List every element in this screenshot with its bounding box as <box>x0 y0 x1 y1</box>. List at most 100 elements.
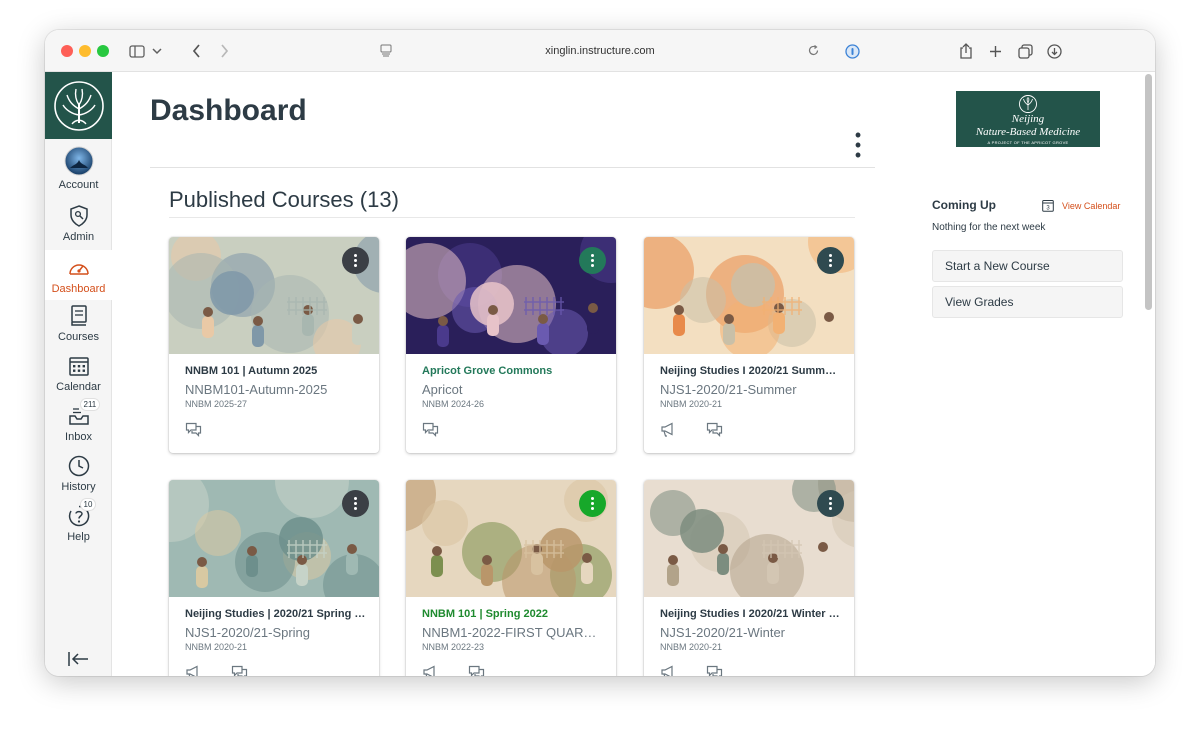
course-card-code: NJS1-2020/21-Winter <box>660 625 785 640</box>
brand-banner[interactable]: Neijing Nature-Based Medicine A PROJECT … <box>956 91 1100 147</box>
divider <box>169 217 855 218</box>
course-card[interactable]: NNBM 101 | Spring 2022 NNBM1-2022-FIRST Q… <box>406 480 616 676</box>
course-card-code: NJS1-2020/21-Spring <box>185 625 311 640</box>
course-card[interactable]: NNBM 101 | Autumn 2025 NNBM101-Autumn-202… <box>169 237 379 453</box>
nav-label: Calendar <box>56 381 101 393</box>
password-extension-icon[interactable] <box>844 41 860 61</box>
share-icon[interactable] <box>958 41 974 61</box>
avatar <box>64 146 94 176</box>
start-new-course-button[interactable]: Start a New Course <box>932 250 1123 282</box>
nav-account[interactable]: Account <box>45 146 112 196</box>
chevron-down-icon[interactable] <box>151 41 163 61</box>
minimize-window-button[interactable] <box>79 45 91 57</box>
course-card-options-icon[interactable] <box>342 247 369 274</box>
course-card-code: NJS1-2020/21-Summer <box>660 382 797 397</box>
nav-calendar[interactable]: Calendar <box>45 354 112 404</box>
brand-name: Neijing <box>1011 113 1045 125</box>
new-tab-icon[interactable] <box>987 41 1003 61</box>
course-card-term: NNBM 2025-27 <box>185 399 248 409</box>
course-card-options-icon[interactable] <box>817 490 844 517</box>
nav-inbox[interactable]: 211 Inbox <box>45 399 112 454</box>
collapse-nav-icon[interactable] <box>67 650 91 668</box>
tree-logo-icon <box>1019 95 1037 113</box>
course-card-term: NNBM 2020-21 <box>660 642 723 652</box>
brand-subtitle: Nature-Based Medicine <box>975 126 1081 138</box>
view-calendar-label: View Calendar <box>1062 200 1121 211</box>
close-window-button[interactable] <box>61 45 73 57</box>
announcement-icon[interactable] <box>660 665 676 676</box>
view-grades-button[interactable]: View Grades <box>932 286 1123 318</box>
discussion-icon[interactable] <box>468 665 485 676</box>
calendar-icon: 3 <box>1042 200 1054 212</box>
course-card[interactable]: Neijing Studies I 2020/21 Winter Session… <box>644 480 854 676</box>
shield-icon <box>67 204 91 228</box>
nav-label: Account <box>58 179 99 191</box>
course-card-options-icon[interactable] <box>579 490 606 517</box>
course-card-options-icon[interactable] <box>342 490 369 517</box>
book-icon <box>67 304 91 328</box>
coming-up-empty-text: Nothing for the next week <box>932 222 1046 233</box>
announcement-icon[interactable] <box>185 665 201 676</box>
right-sidebar: Neijing Nature-Based Medicine A PROJECT … <box>927 72 1155 676</box>
course-card-actions <box>185 665 248 676</box>
view-calendar-link[interactable]: 3 View Calendar <box>1042 199 1120 212</box>
published-courses-heading: Published Courses (13) <box>169 187 399 212</box>
inbox-unread-badge: 211 <box>80 399 100 410</box>
course-card-title[interactable]: Neijing Studies I 2020/21 Summer Session <box>660 365 842 377</box>
zoom-window-button[interactable] <box>97 45 109 57</box>
nav-dashboard[interactable]: Dashboard <box>45 250 112 300</box>
course-card-options-icon[interactable] <box>579 247 606 274</box>
announcement-icon[interactable] <box>422 665 438 676</box>
course-card-actions <box>660 422 723 438</box>
page-scrollbar[interactable] <box>1145 74 1152 310</box>
global-navigation: Account Admin Dashboard Courses Calendar <box>45 72 112 676</box>
dashboard-icon <box>67 256 91 280</box>
back-icon[interactable] <box>189 41 203 61</box>
course-card-code: NNBM101-Autumn-2025 <box>185 382 328 397</box>
tab-overview-icon[interactable] <box>1017 41 1033 61</box>
course-card[interactable]: Apricot Grove Commons Apricot NNBM 2024-26 <box>406 237 616 453</box>
help-badge: 10 <box>80 499 96 510</box>
course-card-title[interactable]: Neijing Studies I 2020/21 Winter Session <box>660 608 842 620</box>
nav-history[interactable]: History <box>45 454 112 504</box>
discussion-icon[interactable] <box>185 422 202 438</box>
dashboard-options-icon[interactable]: • • • <box>852 126 864 164</box>
forward-icon[interactable] <box>217 41 231 61</box>
course-card[interactable]: Neijing Studies | 2020/21 Spring Session… <box>169 480 379 676</box>
browser-window: xinglin.instructure.com Account Admin Da… <box>45 30 1155 676</box>
nav-label: Admin <box>62 231 95 243</box>
course-card-code: Apricot <box>422 382 463 397</box>
announcement-icon[interactable] <box>660 422 676 438</box>
nav-label: Inbox <box>65 431 92 443</box>
reload-icon[interactable] <box>807 44 820 60</box>
course-card-title[interactable]: Apricot Grove Commons <box>422 365 604 377</box>
calendar-icon <box>67 354 91 378</box>
nav-help[interactable]: 10 Help <box>45 499 112 554</box>
address-bar[interactable]: xinglin.instructure.com <box>375 39 825 63</box>
sidebar-toggle-icon[interactable] <box>128 41 146 61</box>
page-menu-icon[interactable] <box>380 44 392 60</box>
discussion-icon[interactable] <box>422 422 439 438</box>
course-card-term: NNBM 2020-21 <box>185 642 248 652</box>
url-text: xinglin.instructure.com <box>545 45 655 57</box>
discussion-icon[interactable] <box>706 422 723 438</box>
course-card-term: NNBM 2024-26 <box>422 399 485 409</box>
clock-icon <box>67 454 91 478</box>
downloads-icon[interactable] <box>1046 41 1062 61</box>
institution-logo[interactable] <box>45 72 112 139</box>
nav-label: Help <box>67 531 90 543</box>
help-icon: 10 <box>67 499 96 528</box>
main-content: Dashboard • • • Published Courses (13) NNB… <box>112 72 1155 676</box>
page-title: Dashboard <box>150 94 307 127</box>
course-card-title[interactable]: Neijing Studies | 2020/21 Spring Session <box>185 608 367 620</box>
brand-tagline: A PROJECT OF THE APRICOT GROVE <box>987 140 1069 145</box>
course-card-title[interactable]: NNBM 101 | Autumn 2025 <box>185 365 367 377</box>
coming-up-heading: Coming Up <box>932 198 996 212</box>
discussion-icon[interactable] <box>706 665 723 676</box>
course-card-title[interactable]: NNBM 101 | Spring 2022 <box>422 608 604 620</box>
nav-admin[interactable]: Admin <box>45 204 112 254</box>
course-card[interactable]: Neijing Studies I 2020/21 Summer Session… <box>644 237 854 453</box>
discussion-icon[interactable] <box>231 665 248 676</box>
nav-courses[interactable]: Courses <box>45 304 112 354</box>
course-card-options-icon[interactable] <box>817 247 844 274</box>
